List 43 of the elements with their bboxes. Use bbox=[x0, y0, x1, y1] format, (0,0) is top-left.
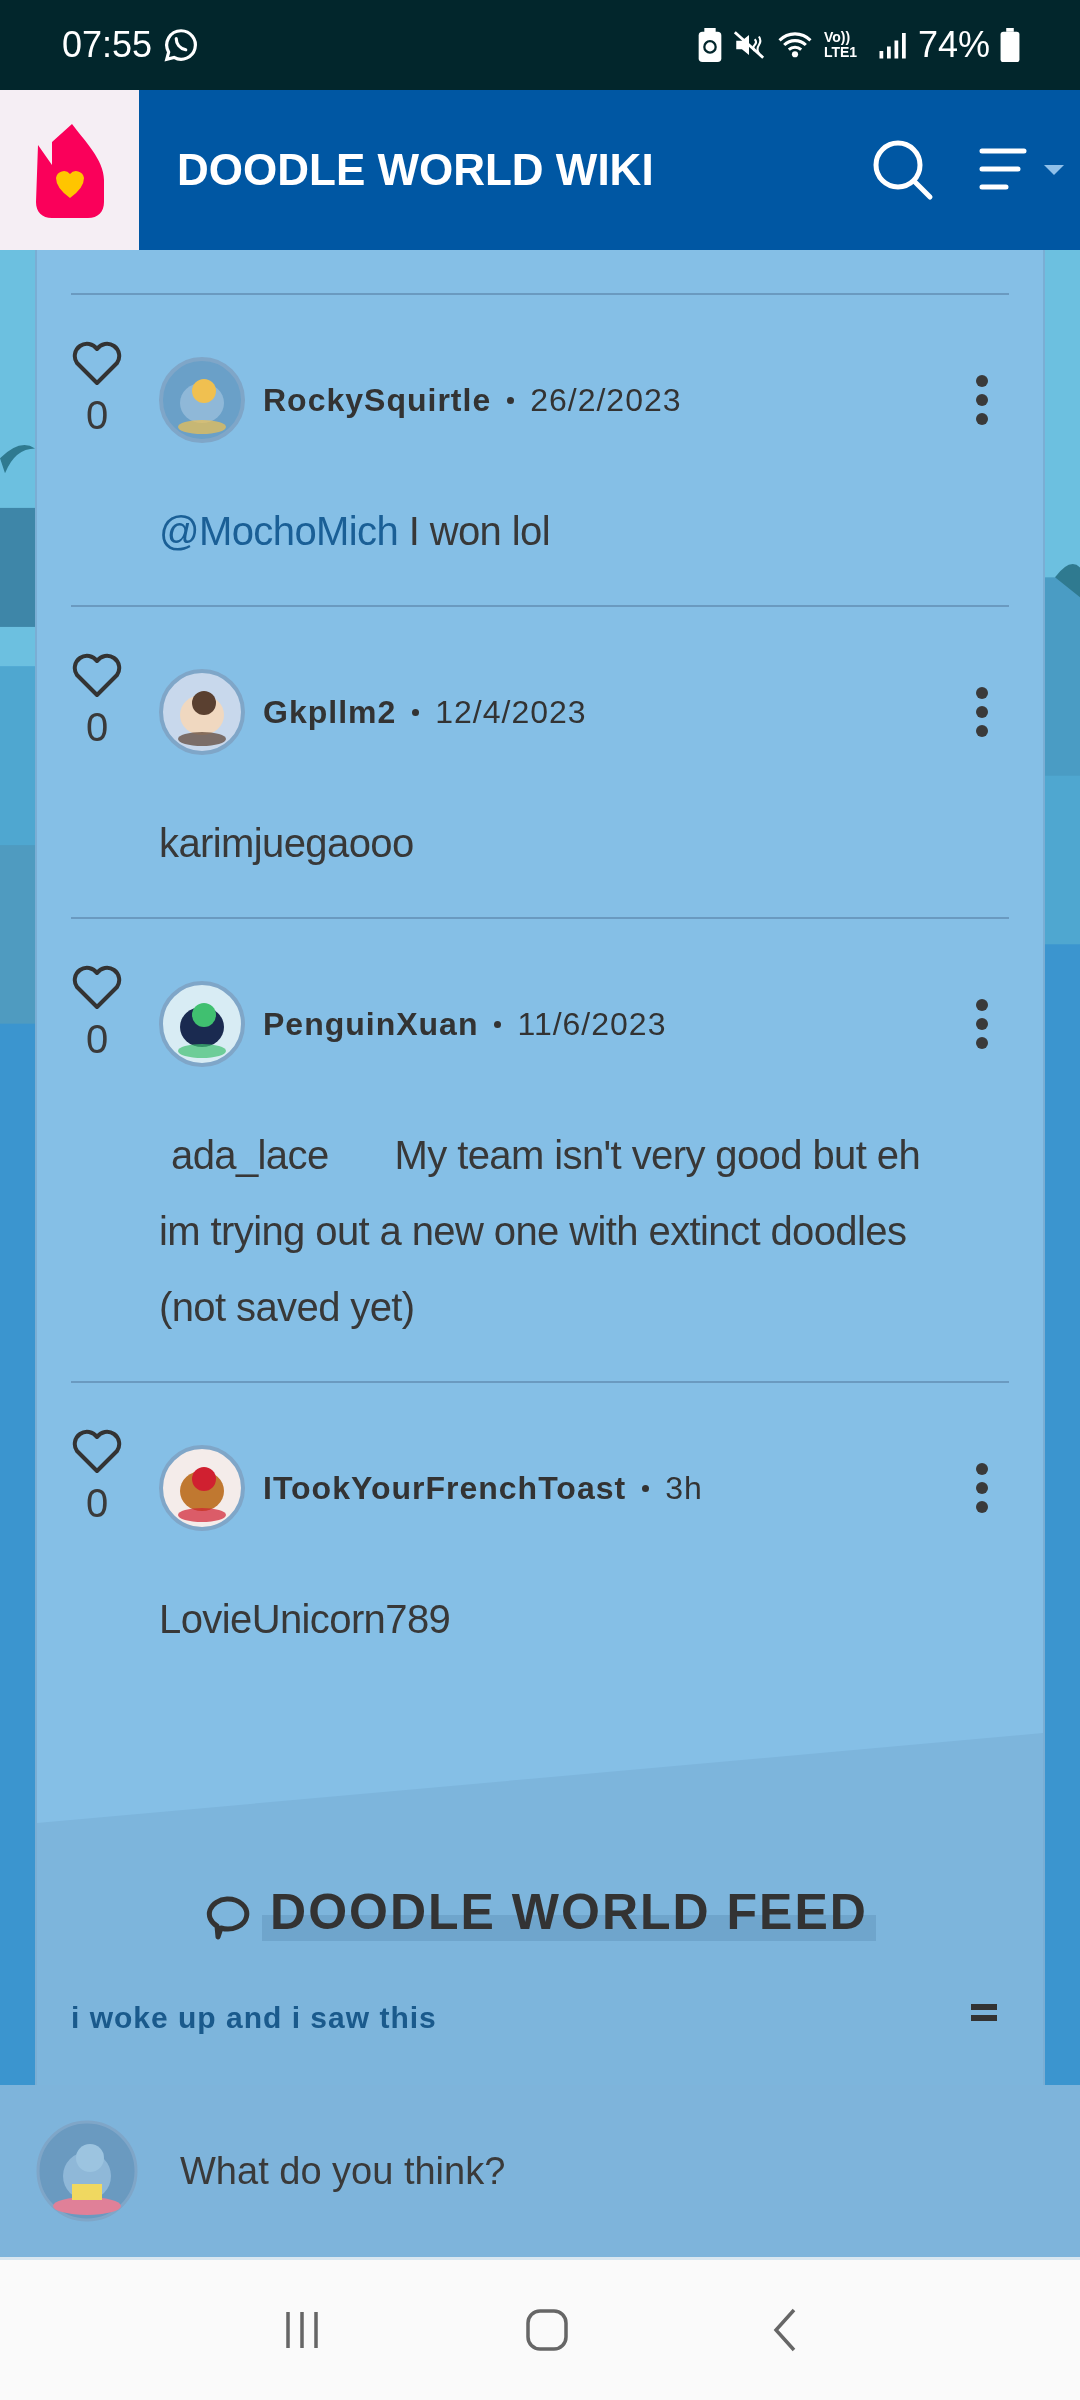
battery-saver-icon bbox=[697, 28, 722, 62]
battery-percent: 74% bbox=[917, 24, 990, 66]
like-count: 0 bbox=[85, 1481, 109, 1526]
heart-icon[interactable] bbox=[71, 965, 123, 1011]
more-options-icon[interactable] bbox=[975, 1462, 989, 1514]
comment-date: 26/2/2023 bbox=[530, 381, 683, 419]
comment-text: ada_lace My team isn't very good but eh im trying out a new one with extinct doodles (not saved yet) bbox=[159, 1132, 922, 1331]
username[interactable]: PenguinXuan bbox=[263, 1005, 479, 1043]
heart-icon[interactable] bbox=[71, 653, 123, 699]
like-count: 0 bbox=[85, 1017, 109, 1062]
comment-date: 3h bbox=[665, 1469, 704, 1507]
separator-dot bbox=[412, 708, 420, 716]
separator-dot bbox=[494, 1020, 502, 1028]
mention-link[interactable]: @MochoMich bbox=[159, 509, 399, 553]
heart-icon[interactable] bbox=[71, 1429, 123, 1475]
comment-date: 12/4/2023 bbox=[435, 693, 588, 731]
battery-icon bbox=[1000, 28, 1020, 62]
username[interactable]: RockySquirtle bbox=[263, 381, 492, 419]
comment-input-field[interactable]: What do you think? bbox=[178, 2130, 1044, 2212]
clock: 07:55 bbox=[62, 24, 153, 66]
separator-dot bbox=[642, 1484, 650, 1492]
more-options-icon[interactable] bbox=[975, 998, 989, 1050]
username[interactable]: ITookYourFrenchToast bbox=[263, 1469, 627, 1507]
wiki-title[interactable]: DOODLE WORLD WIKI bbox=[177, 145, 870, 195]
reply-bar[interactable]: What do you think? bbox=[0, 2085, 1080, 2257]
username[interactable]: Gkpllm2 bbox=[263, 693, 397, 731]
post-title-link[interactable]: i woke up and i saw this bbox=[71, 2001, 437, 2035]
comment-text: LovieUnicorn789 bbox=[159, 1596, 452, 1643]
heart-icon[interactable] bbox=[71, 341, 123, 387]
back-icon[interactable] bbox=[772, 2308, 798, 2352]
comment-date: 11/6/2023 bbox=[517, 1005, 668, 1043]
more-options-icon[interactable] bbox=[975, 686, 989, 738]
like-count: 0 bbox=[85, 705, 109, 750]
comment-text: karimjuegaooo bbox=[159, 820, 415, 867]
separator-dot bbox=[507, 396, 515, 404]
network-label: Vo)) LTE1 bbox=[823, 30, 859, 60]
like-count: 0 bbox=[85, 393, 109, 438]
comment-text: @MochoMich I won lol bbox=[159, 508, 551, 555]
signal-icon bbox=[877, 30, 908, 60]
speech-bubble-icon bbox=[204, 1895, 251, 1941]
logo-tile[interactable] bbox=[0, 90, 139, 250]
home-icon[interactable] bbox=[526, 2309, 568, 2351]
more-options-icon[interactable] bbox=[975, 374, 989, 426]
